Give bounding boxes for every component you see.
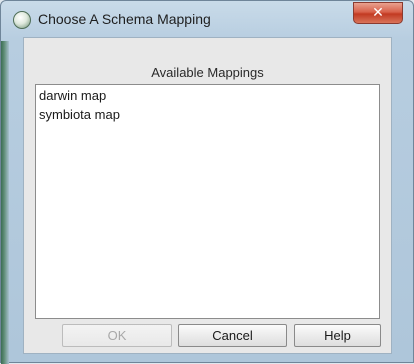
close-button[interactable]: ✕ (353, 2, 403, 24)
window-edge (1, 41, 9, 364)
list-item-symbiota-map[interactable]: symbiota map (39, 107, 120, 122)
dialog-content: Available Mappings darwin map symbiota m… (23, 37, 392, 354)
app-logo-icon (13, 11, 31, 29)
list-item-darwin-map[interactable]: darwin map (39, 88, 106, 103)
ok-button[interactable]: OK (62, 324, 172, 347)
dialog-window: Choose A Schema Mapping ✕ Available Mapp… (0, 0, 414, 364)
help-button[interactable]: Help (294, 324, 381, 347)
available-mappings-heading: Available Mappings (151, 65, 264, 80)
title-bar[interactable]: Choose A Schema Mapping ✕ (1, 1, 413, 37)
mappings-list[interactable]: darwin map symbiota map (35, 84, 380, 319)
dialog-title: Choose A Schema Mapping (38, 11, 211, 27)
cancel-button[interactable]: Cancel (178, 324, 287, 347)
close-icon: ✕ (372, 5, 384, 21)
